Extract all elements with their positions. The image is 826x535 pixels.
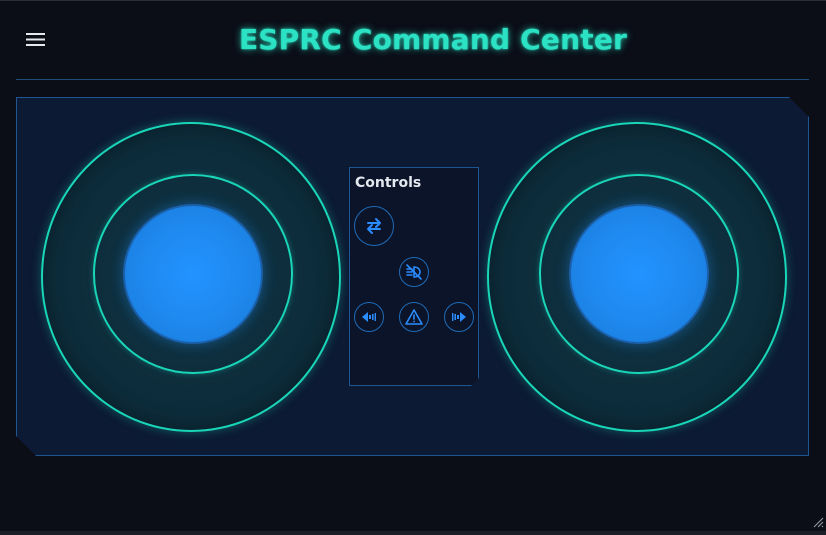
page-title: ESPRC Command Center	[238, 23, 628, 56]
right-turn-signal-icon	[452, 312, 466, 322]
swap-arrows-icon	[367, 218, 381, 234]
right-indicator-button[interactable]	[444, 302, 474, 332]
resize-grip-icon	[813, 517, 824, 528]
right-joystick[interactable]	[487, 122, 787, 432]
right-joystick-knob[interactable]	[569, 204, 709, 344]
window-resize-grip[interactable]	[812, 513, 824, 528]
left-joystick-knob[interactable]	[123, 204, 263, 344]
panel-corner-cut	[789, 97, 809, 117]
lights-off-button[interactable]	[399, 257, 429, 287]
left-joystick[interactable]	[41, 122, 341, 432]
controls-corner-cut	[471, 378, 479, 386]
control-panel: Controls	[16, 97, 809, 456]
panel-corner-cut	[16, 436, 36, 456]
controls-title: Controls	[355, 175, 422, 191]
hazard-button[interactable]	[399, 302, 429, 332]
swap-button[interactable]	[354, 206, 394, 246]
left-turn-signal-icon	[362, 312, 376, 322]
header-divider	[16, 79, 809, 80]
left-indicator-button[interactable]	[354, 302, 384, 332]
hazard-warning-icon	[405, 309, 423, 325]
app-window: ESPRC Command Center Controls	[0, 0, 826, 535]
controls-panel: Controls	[349, 167, 479, 386]
headlights-off-icon	[406, 264, 422, 280]
